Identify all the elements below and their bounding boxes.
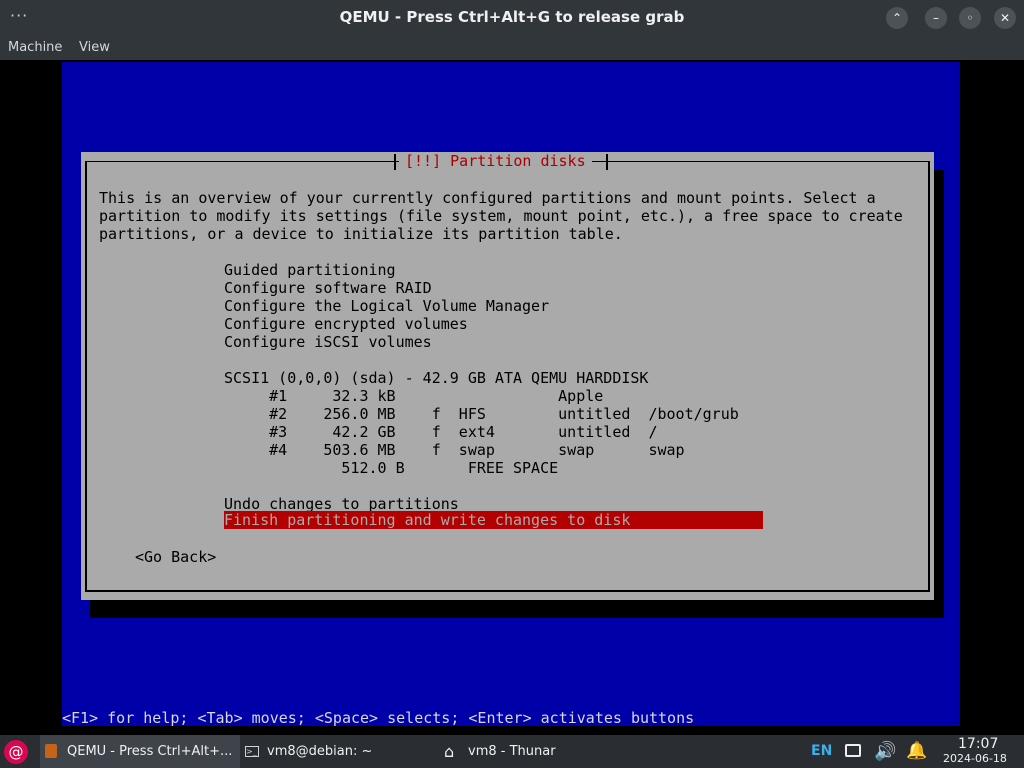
debian-menu-icon[interactable]: @: [4, 740, 28, 764]
disk-entry[interactable]: SCSI1 (0,0,0) (sda) - 42.9 GB ATA QEMU H…: [224, 369, 648, 387]
close-button[interactable]: ✕: [994, 7, 1016, 29]
help-line: <F1> for help; <Tab> moves; <Space> sele…: [62, 709, 695, 727]
dialog-title: [!!] Partition disks: [399, 152, 592, 170]
taskbar-item-qemu[interactable]: QEMU - Press Ctrl+Alt+...: [40, 735, 240, 768]
option-guided-partitioning[interactable]: Guided partitioning: [224, 261, 396, 279]
partition-row[interactable]: #1 32.3 kB Apple: [224, 387, 603, 405]
network-icon[interactable]: [845, 744, 861, 757]
vm-display[interactable]: [!!] Partition disks This is an overview…: [62, 62, 960, 727]
taskbar: @ QEMU - Press Ctrl+Alt+... >_ vm8@debia…: [0, 735, 1024, 768]
title-left-bar: [394, 154, 396, 170]
partition-row[interactable]: #4 503.6 MB f swap swap swap: [224, 441, 684, 459]
option-encrypted-volumes[interactable]: Configure encrypted volumes: [224, 315, 468, 333]
description-line-1: This is an overview of your currently co…: [99, 189, 876, 207]
description-line-3: partitions, or a device to initialize it…: [99, 225, 623, 243]
minimize-button[interactable]: –: [925, 7, 947, 29]
window-titlebar: ··· QEMU - Press Ctrl+Alt+G to release g…: [0, 0, 1024, 36]
clock-time[interactable]: 17:07: [958, 736, 998, 752]
option-iscsi-volumes[interactable]: Configure iSCSI volumes: [224, 333, 432, 351]
qemu-icon: [45, 744, 57, 758]
taskbar-item-label: vm8 - Thunar: [468, 744, 556, 759]
partition-row[interactable]: #3 42.2 GB f ext4 untitled /: [224, 423, 657, 441]
free-space-row[interactable]: 512.0 B FREE SPACE: [224, 459, 558, 477]
taskbar-item-thunar[interactable]: ⌂ vm8 - Thunar: [442, 735, 622, 768]
clock-date[interactable]: 2024-06-18: [943, 752, 1007, 766]
keep-above-button[interactable]: ⌃: [886, 7, 908, 29]
menu-view[interactable]: View: [79, 40, 110, 55]
menu-machine[interactable]: Machine: [8, 40, 62, 55]
window-title: QEMU - Press Ctrl+Alt+G to release grab: [339, 8, 685, 26]
language-indicator[interactable]: EN: [811, 735, 832, 768]
terminal-icon: >_: [245, 746, 259, 757]
option-lvm[interactable]: Configure the Logical Volume Manager: [224, 297, 549, 315]
partition-dialog: [!!] Partition disks This is an overview…: [81, 152, 934, 600]
go-back-button[interactable]: <Go Back>: [135, 548, 216, 566]
home-folder-icon: ⌂: [444, 742, 455, 761]
taskbar-item-label: QEMU - Press Ctrl+Alt+...: [67, 744, 233, 759]
menubar: Machine View: [0, 36, 1024, 60]
maximize-button[interactable]: ◦: [959, 7, 981, 29]
taskbar-item-terminal[interactable]: >_ vm8@debian: ~: [242, 735, 432, 768]
title-right-bar: [606, 154, 608, 170]
partition-row[interactable]: #2 256.0 MB f HFS untitled /boot/grub: [224, 405, 739, 423]
notifications-bell-icon[interactable]: 🔔: [906, 735, 927, 768]
option-finish-partitioning[interactable]: Finish partitioning and write changes to…: [224, 511, 630, 529]
volume-icon[interactable]: 🔊: [874, 735, 896, 768]
description-line-2: partition to modify its settings (file s…: [99, 207, 903, 225]
taskbar-item-label: vm8@debian: ~: [267, 744, 373, 759]
option-software-raid[interactable]: Configure software RAID: [224, 279, 432, 297]
